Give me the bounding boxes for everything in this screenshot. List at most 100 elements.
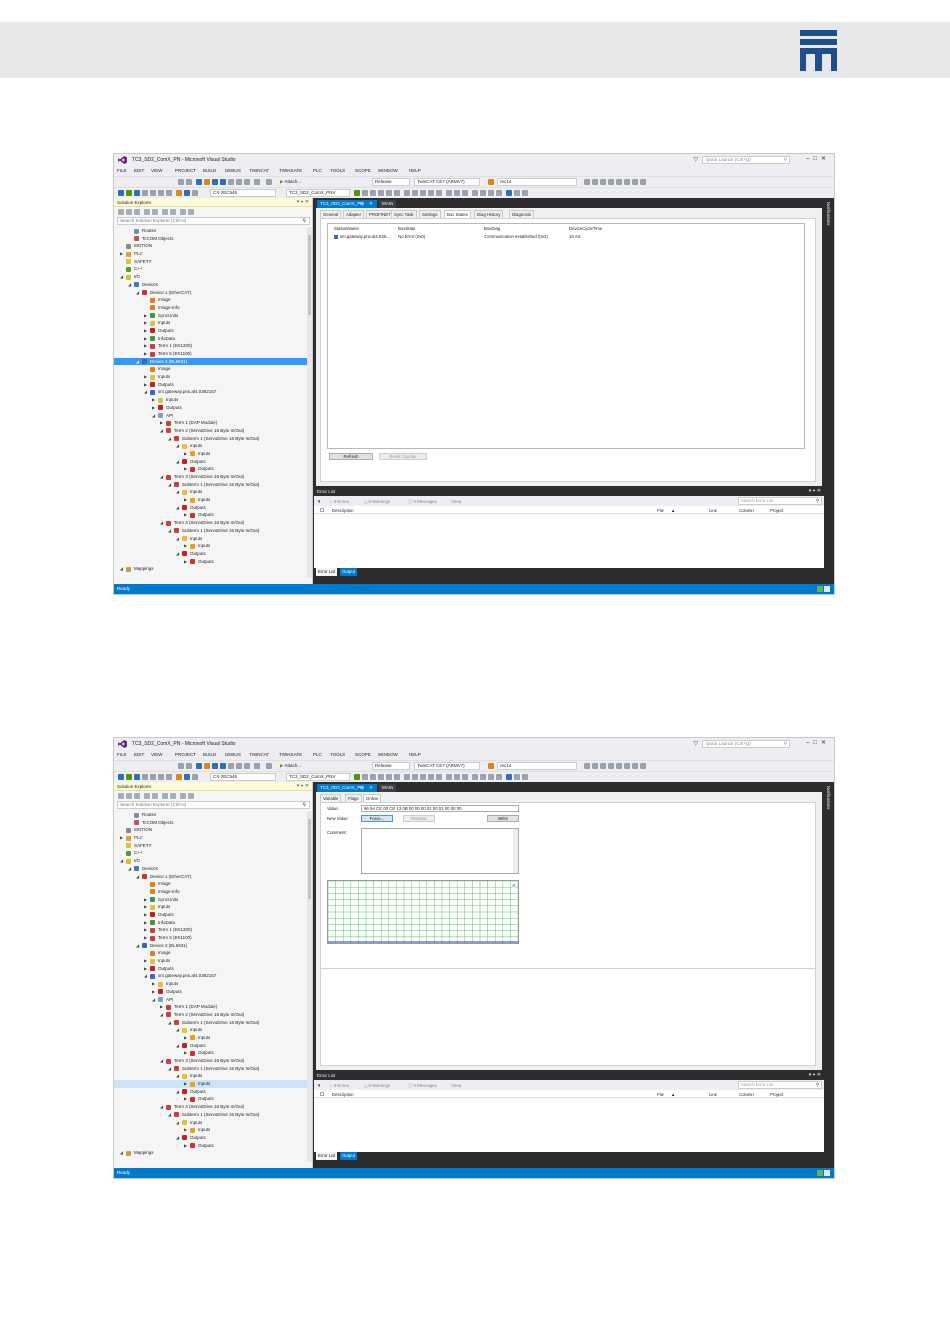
tree-item[interactable]: ◢ Term 3 (ServoDrive 16 Byte In/Out)	[114, 1057, 307, 1065]
expand-toggle-icon[interactable]: ▶	[183, 465, 188, 473]
expand-toggle-icon[interactable]: ▶	[143, 926, 148, 934]
menu-debug[interactable]: DEBUG	[225, 168, 241, 173]
force-button[interactable]: Force...	[361, 815, 393, 822]
toolbar-tool-6-icon[interactable]	[624, 763, 630, 769]
messages-toggle[interactable]: ⓘ 0 Messages	[408, 499, 437, 505]
twincat-tool-3-icon[interactable]	[134, 774, 140, 780]
tree-item[interactable]: ▶ Outputs	[114, 1095, 307, 1103]
tree-item[interactable]: C++	[114, 265, 307, 273]
paste-icon[interactable]	[244, 763, 250, 769]
explorer-tool-7-icon[interactable]	[170, 208, 176, 215]
column-header-file[interactable]: File	[657, 508, 664, 513]
plc-tool-9-icon[interactable]	[420, 774, 426, 780]
tree-item[interactable]: ▶ Inputs	[114, 319, 307, 327]
nav-back-icon[interactable]	[178, 179, 184, 185]
tree-item[interactable]: ◢ Device 1 (EtherCAT)	[114, 873, 307, 881]
tree-item[interactable]: ◢ API	[114, 412, 307, 420]
tree-item[interactable]: ▶ Inputs	[114, 980, 307, 988]
expand-toggle-icon[interactable]: ◢	[127, 281, 132, 289]
value-field[interactable]: 96 5A CE 00 CE 13 0B 00 00 00 01 00 01 0…	[361, 805, 519, 812]
plc-tool-6-icon[interactable]	[394, 774, 400, 780]
comment-scrollbar[interactable]	[513, 829, 518, 873]
undo-icon[interactable]	[254, 763, 260, 769]
open-file-icon[interactable]	[204, 179, 210, 185]
explorer-tool-8-icon[interactable]	[180, 792, 186, 799]
column-header-file[interactable]: File	[657, 1092, 664, 1097]
plc-project-dropdown[interactable]: TC3_SD2_ComX_PNV	[286, 773, 350, 781]
expand-toggle-icon[interactable]: ◢	[119, 565, 124, 573]
expand-toggle-icon[interactable]: ▶	[143, 911, 148, 919]
menu-plc[interactable]: PLC	[313, 752, 322, 757]
twincat-tool-7-icon[interactable]	[166, 774, 172, 780]
twincat-tool-6-icon[interactable]	[158, 190, 164, 196]
checkbox-column[interactable]	[320, 1091, 324, 1096]
tree-item[interactable]: ▶ Outputs	[114, 381, 307, 389]
tab-output[interactable]: Output	[340, 568, 357, 576]
expand-toggle-icon[interactable]: ◢	[159, 519, 164, 527]
expand-toggle-icon[interactable]: ▶	[183, 558, 188, 566]
toolbar-tool-2-icon[interactable]	[592, 179, 598, 185]
menu-view[interactable]: VIEW	[151, 752, 163, 757]
plc-tool-11-icon[interactable]	[436, 190, 442, 196]
expand-toggle-icon[interactable]: ◢	[143, 388, 148, 396]
tree-item[interactable]: ◢ Term 4 (ServoDrive 16 Byte In/Out)	[114, 1103, 307, 1111]
column-header-description[interactable]: Description	[332, 1092, 354, 1097]
plc-tool-4-icon[interactable]	[378, 774, 384, 780]
tree-item[interactable]: Routes	[114, 227, 307, 235]
tree-item[interactable]: ◢ API	[114, 996, 307, 1004]
plc-tool-6-icon[interactable]	[394, 190, 400, 196]
tree-item[interactable]: ◢ Devices	[114, 281, 307, 289]
twincat-tool-2-icon[interactable]	[126, 190, 132, 196]
menu-plc[interactable]: PLC	[313, 168, 322, 173]
tree-item[interactable]: ▶ Outputs	[114, 327, 307, 335]
plc-tool-13-icon[interactable]	[454, 190, 460, 196]
tree-item[interactable]: MOTION	[114, 242, 307, 250]
attach-button[interactable]: ▶ Attach...	[280, 763, 301, 769]
plc-tool-18-icon[interactable]	[496, 190, 502, 196]
expand-toggle-icon[interactable]: ▶	[143, 965, 148, 973]
menu-file[interactable]: FILE	[117, 168, 127, 173]
menu-project[interactable]: PROJECT	[175, 168, 196, 173]
plc-tool-1-icon[interactable]	[354, 190, 360, 196]
tree-item[interactable]: ◢ Term 4 (ServoDrive 16 Byte In/Out)	[114, 519, 307, 527]
plc-tool-21-icon[interactable]	[522, 190, 528, 196]
twincat-tool-1-icon[interactable]	[118, 774, 124, 780]
expand-toggle-icon[interactable]: ▶	[151, 988, 156, 996]
tab-flags[interactable]: Flags	[345, 794, 362, 802]
toolbar-tool-1-icon[interactable]	[584, 179, 590, 185]
target-system-dropdown[interactable]: CX-2EC546	[210, 773, 276, 781]
tree-item[interactable]: ◢ sm.gateway.pns.al4.0362157	[114, 972, 307, 980]
tab-box-states[interactable]: Box States	[444, 210, 471, 218]
explorer-tool-1-icon[interactable]	[118, 792, 124, 799]
expand-toggle-icon[interactable]: ▶	[159, 1003, 164, 1011]
tree-item[interactable]: ◢ Inputs	[114, 1119, 307, 1127]
errors-toggle[interactable]: ○ 0 Errors	[330, 1083, 349, 1088]
tree-item[interactable]: ◢ Term 2 (ServoDrive 16 Byte In/Out)	[114, 427, 307, 435]
menu-window[interactable]: WINDOW	[378, 168, 398, 173]
tree-item[interactable]: ▶ Inputs	[114, 1034, 307, 1042]
scroll-thumb[interactable]	[308, 819, 311, 899]
expand-toggle-icon[interactable]: ▶	[143, 934, 148, 942]
twincat-tool-4-icon[interactable]	[142, 190, 148, 196]
explorer-tool-2-icon[interactable]	[126, 208, 132, 215]
plc-tool-21-icon[interactable]	[522, 774, 528, 780]
expand-toggle-icon[interactable]: ◢	[167, 1111, 172, 1119]
explorer-tool-7-icon[interactable]	[170, 792, 176, 799]
tree-item[interactable]: ▶ Inputs	[114, 450, 307, 458]
menu-view[interactable]: VIEW	[151, 168, 163, 173]
expand-toggle-icon[interactable]: ▶	[183, 511, 188, 519]
twincat-tool-10-icon[interactable]	[192, 774, 198, 780]
nav-back-icon[interactable]	[178, 763, 184, 769]
expand-toggle-icon[interactable]: ◢	[167, 435, 172, 443]
expand-toggle-icon[interactable]: ▶	[143, 350, 148, 358]
toolbar-tool-3-icon[interactable]	[600, 763, 606, 769]
twincat-tool-2-icon[interactable]	[126, 774, 132, 780]
tree-item[interactable]: ◢ Inputs	[114, 535, 307, 543]
expand-toggle-icon[interactable]: ◢	[175, 1088, 180, 1096]
close-icon[interactable]: ✕	[369, 200, 373, 208]
tree-item[interactable]: ▶ Outputs	[114, 965, 307, 973]
comment-field[interactable]	[361, 828, 519, 874]
tab-general[interactable]: General	[320, 210, 342, 218]
menu-scope[interactable]: SCOPE	[355, 168, 371, 173]
toolbar-tool-4-icon[interactable]	[608, 179, 614, 185]
